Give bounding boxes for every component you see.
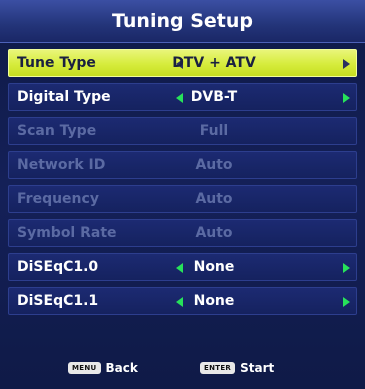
start-hint[interactable]: ENTER Start <box>200 361 274 375</box>
setting-row-scan-type: Scan Type Full <box>8 117 357 145</box>
back-label: Back <box>105 361 138 375</box>
arrow-left-icon[interactable] <box>176 263 183 273</box>
setting-value: Full <box>199 123 229 139</box>
arrow-right-icon[interactable] <box>343 297 350 307</box>
setting-row-diseqc-1-1[interactable]: DiSEqC1.1 None <box>8 287 357 315</box>
setting-label: Tune Type <box>17 55 96 71</box>
setting-value: DTV + ATV <box>172 55 256 71</box>
setting-value: Auto <box>195 157 233 173</box>
setting-label: DiSEqC1.1 <box>17 293 99 309</box>
setting-label: DiSEqC1.0 <box>17 259 99 275</box>
tuning-setup-panel: Tuning Setup Tune Type DTV + ATV Digital… <box>0 0 365 389</box>
setting-label: Scan Type <box>17 123 97 139</box>
setting-label: Symbol Rate <box>17 225 117 241</box>
setting-value: None <box>193 259 235 275</box>
setting-label: Network ID <box>17 157 106 173</box>
arrow-right-icon[interactable] <box>343 263 350 273</box>
setting-value: None <box>193 293 235 309</box>
arrow-left-icon[interactable] <box>176 297 183 307</box>
footer-hints: MENU Back ENTER Start <box>0 357 365 383</box>
setting-row-network-id: Network ID Auto <box>8 151 357 179</box>
arrow-left-icon[interactable] <box>176 93 183 103</box>
setting-label: Frequency <box>17 191 99 207</box>
setting-row-digital-type[interactable]: Digital Type DVB-T <box>8 83 357 111</box>
setting-value: Auto <box>195 191 233 207</box>
settings-list: Tune Type DTV + ATV Digital Type DVB-T S… <box>0 43 365 315</box>
setting-value: Auto <box>195 225 233 241</box>
enter-key-icon: ENTER <box>200 362 236 374</box>
setting-row-symbol-rate: Symbol Rate Auto <box>8 219 357 247</box>
setting-row-tune-type[interactable]: Tune Type DTV + ATV <box>8 49 357 77</box>
menu-key-icon: MENU <box>68 362 101 374</box>
arrow-right-icon[interactable] <box>343 59 350 69</box>
setting-label: Digital Type <box>17 89 111 105</box>
page-title: Tuning Setup <box>0 0 365 43</box>
setting-value: DVB-T <box>190 89 238 105</box>
setting-row-diseqc-1-0[interactable]: DiSEqC1.0 None <box>8 253 357 281</box>
back-hint[interactable]: MENU Back <box>68 361 138 375</box>
start-label: Start <box>240 361 275 375</box>
setting-row-frequency: Frequency Auto <box>8 185 357 213</box>
arrow-right-icon[interactable] <box>343 93 350 103</box>
